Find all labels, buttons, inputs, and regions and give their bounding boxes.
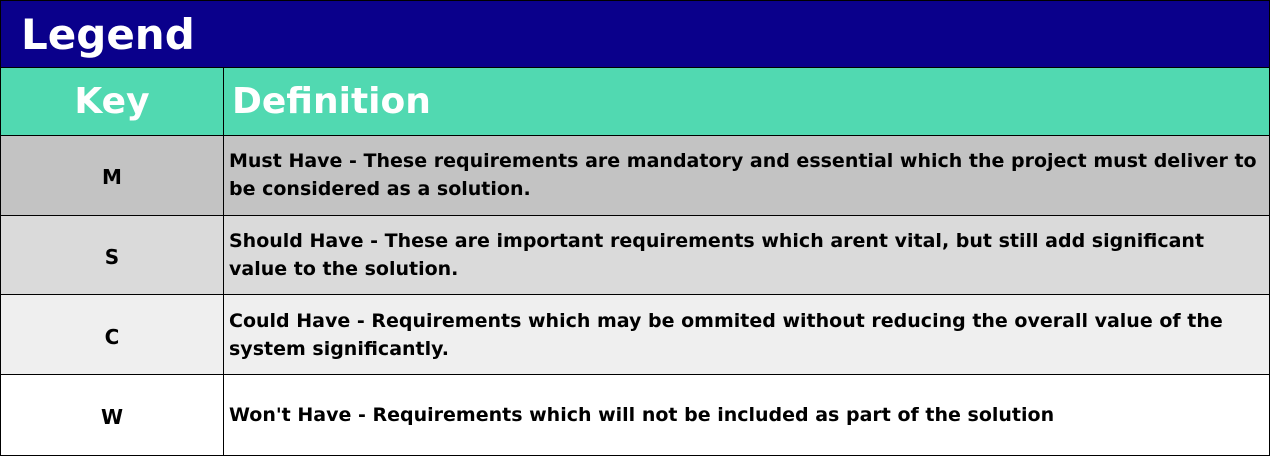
row-definition: Could Have - Requirements which may be o… xyxy=(229,309,1223,360)
row-key: M xyxy=(1,135,224,215)
legend-table: Legend Key Definition M Must Have - Thes… xyxy=(0,0,1270,456)
row-definition: Should Have - These are important requir… xyxy=(229,230,1205,281)
header-key: Key xyxy=(1,68,224,135)
header-row: Key Definition xyxy=(1,68,1269,136)
table-row-w: W Won't Have - Requirements which will n… xyxy=(1,375,1269,456)
table-row-c: C Could Have - Requirements which may be… xyxy=(1,295,1269,376)
row-definition: Must Have - These requirements are manda… xyxy=(229,150,1257,201)
row-key: C xyxy=(1,295,224,375)
table-row-s: S Should Have - These are important requ… xyxy=(1,215,1269,296)
header-definition: Definition xyxy=(232,80,431,122)
legend-title: Legend xyxy=(1,1,1269,68)
table-row-m: M Must Have - These requirements are man… xyxy=(1,135,1269,216)
row-key: W xyxy=(1,375,224,456)
row-definition: Won't Have - Requirements which will not… xyxy=(229,404,1055,427)
row-key: S xyxy=(1,215,224,295)
